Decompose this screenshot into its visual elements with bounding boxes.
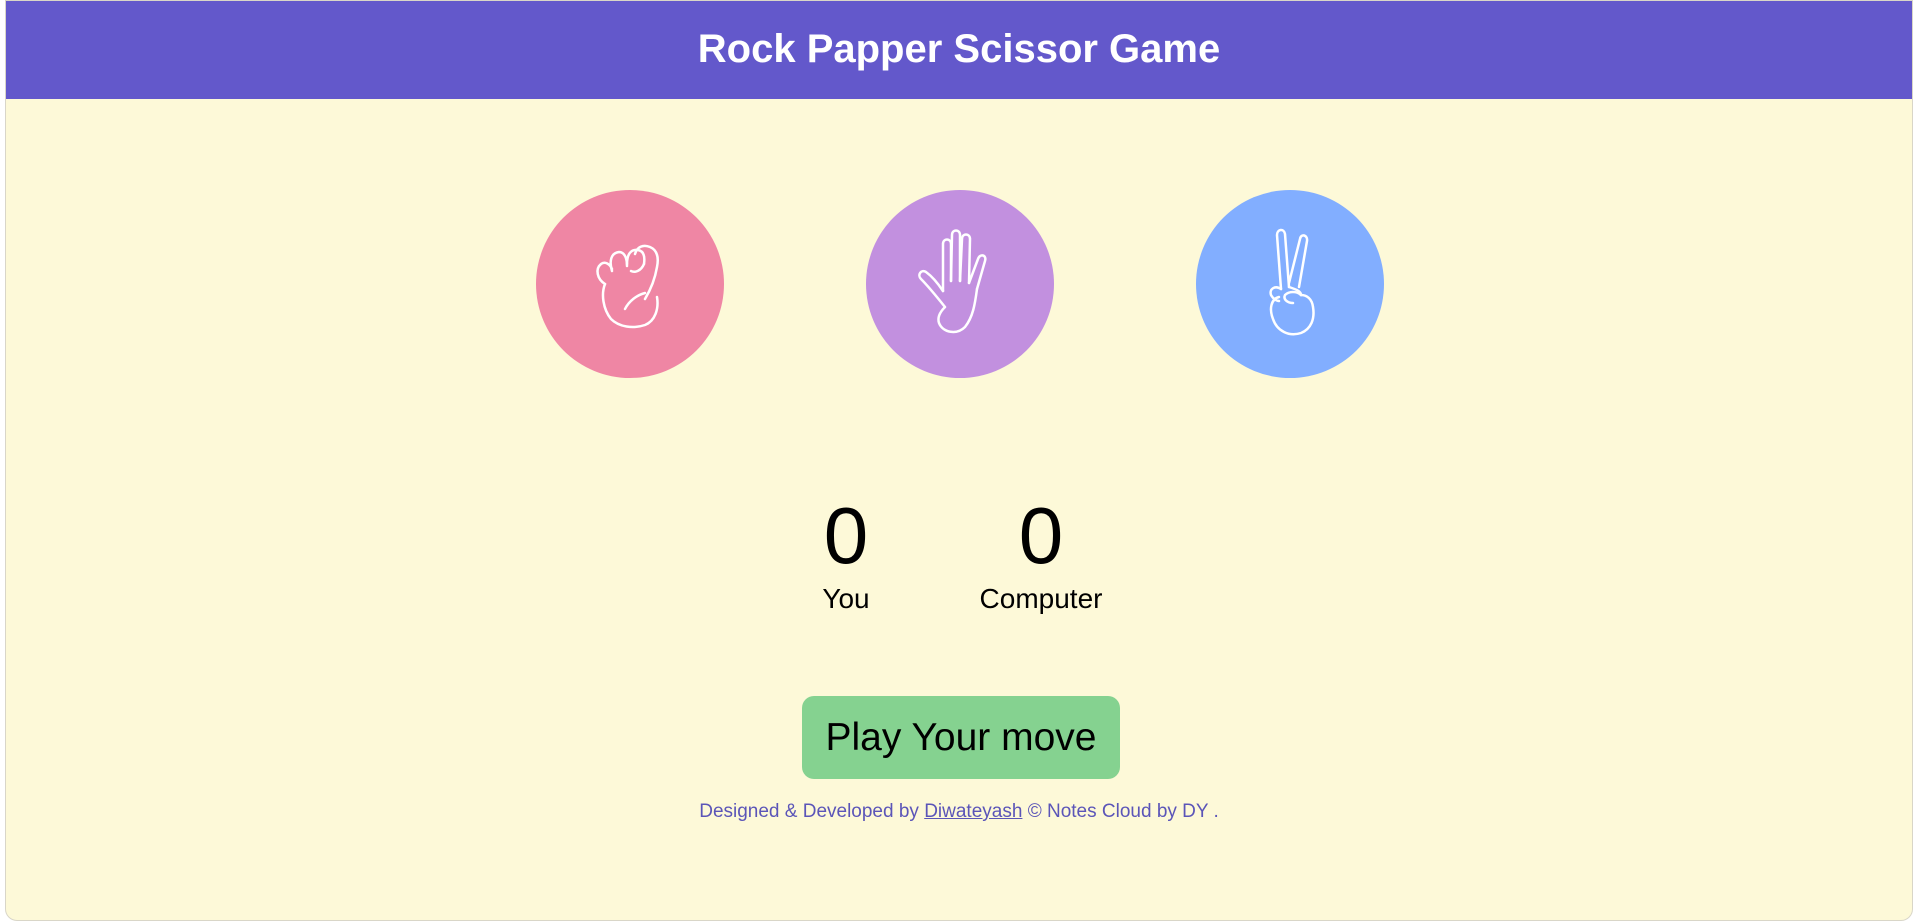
game-frame: Rock Papper Scissor Game 0 You 0 Compute… xyxy=(5,0,1913,921)
computer-score-value: 0 xyxy=(1018,491,1064,580)
footer: Designed & Developed by Diwateyash © Not… xyxy=(6,801,1912,823)
scissor-choice-button[interactable] xyxy=(1196,190,1384,378)
paper-choice-button[interactable] xyxy=(866,190,1054,378)
footer-suffix: © Notes Cloud by DY . xyxy=(1022,801,1219,822)
peace-hand-icon xyxy=(1269,228,1315,336)
computer-score-label: Computer xyxy=(979,583,1103,614)
computer-score: 0 Computer xyxy=(956,491,1126,617)
fist-icon xyxy=(596,244,659,329)
footer-prefix: Designed & Developed by xyxy=(699,801,925,822)
open-hand-icon xyxy=(918,229,987,334)
player-score-label: You xyxy=(822,583,870,614)
rock-choice-button[interactable] xyxy=(536,190,724,378)
play-move-button[interactable]: Play Your move xyxy=(802,696,1120,779)
author-link[interactable]: Diwateyash xyxy=(924,801,1022,822)
player-score-value: 0 xyxy=(823,491,869,580)
header-bar: Rock Papper Scissor Game xyxy=(6,1,1912,99)
page-title: Rock Papper Scissor Game xyxy=(697,26,1221,71)
player-score: 0 You xyxy=(786,491,906,617)
